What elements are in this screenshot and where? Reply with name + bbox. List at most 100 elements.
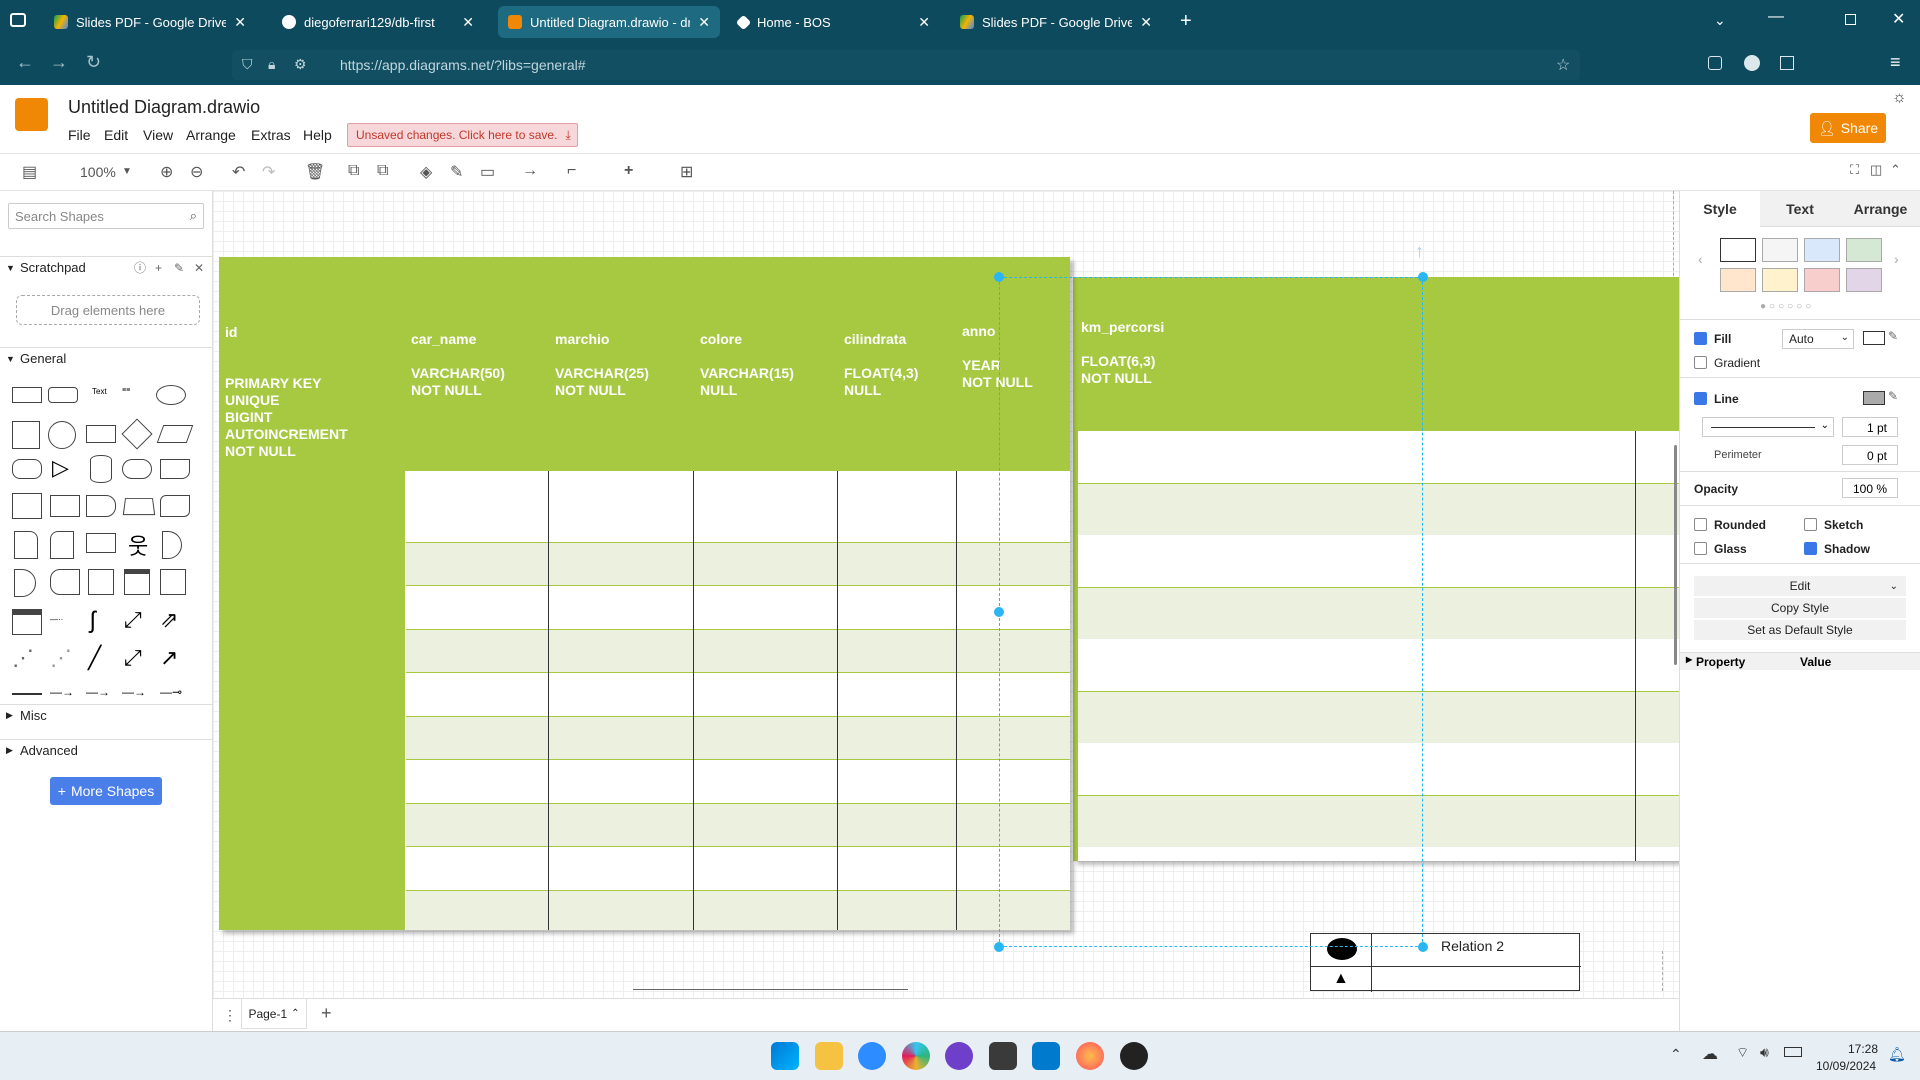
selection-handle[interactable] (1418, 942, 1428, 952)
general-header[interactable]: ▼ General (0, 347, 212, 369)
line-width-input[interactable]: 1 pt (1842, 417, 1898, 437)
sketch-checkbox[interactable] (1804, 518, 1817, 531)
tray-chevron-icon[interactable]: ⌃ (1670, 1046, 1682, 1063)
arrow-shape[interactable]: ⇗ (160, 607, 190, 632)
dotted-line-shape[interactable]: ⋰ (50, 645, 80, 670)
fill-color-icon[interactable]: ◈ (420, 162, 432, 182)
help-icon[interactable]: ⓘ (134, 259, 146, 276)
page-tab[interactable]: Page-1 ⌃ (241, 999, 307, 1029)
diagram-canvas[interactable]: Relation 2 ▲ km_percorsi FLOAT(6,3) NOT … (213, 191, 1679, 1031)
account-avatar-icon[interactable] (1744, 55, 1760, 71)
file-explorer-icon[interactable] (815, 1042, 843, 1070)
edit-icon[interactable]: ✎ (174, 261, 184, 275)
opacity-input[interactable]: 100 % (1842, 478, 1898, 498)
line-shape[interactable]: ╱ (88, 645, 118, 670)
text-shape[interactable]: Text (92, 387, 122, 411)
tape-shape[interactable] (160, 495, 190, 517)
style-swatch-5[interactable] (1720, 268, 1756, 292)
style-swatch-7[interactable] (1804, 268, 1840, 292)
column-header-cilindrata[interactable]: cilindrata FLOAT(4,3) NULL (844, 331, 918, 399)
close-window-icon[interactable]: ✕ (1892, 9, 1905, 29)
firefox-icon[interactable] (1076, 1042, 1104, 1070)
tab-list-icon[interactable]: ⌄ (1714, 12, 1726, 29)
selection-handle[interactable] (1418, 272, 1428, 282)
vscode-icon[interactable] (1032, 1042, 1060, 1070)
share-button[interactable]: 👤︎ Share (1810, 113, 1886, 143)
close-icon[interactable]: ✕ (462, 14, 474, 31)
line-color-icon[interactable]: ✎ (450, 162, 463, 182)
rounded-rectangle-shape[interactable] (48, 387, 78, 403)
browser-tab-1[interactable]: Slides PDF - Google Drive ✕ (44, 6, 256, 38)
perimeter-input[interactable]: 0 pt (1842, 445, 1898, 465)
chevron-left-icon[interactable]: ‹ (1698, 251, 1703, 267)
bidirectional-arrow-shape[interactable]: ⤢ (124, 607, 154, 632)
more-shapes-button[interactable]: + More Shapes (50, 777, 162, 805)
edit-icon[interactable]: ✎ (1888, 389, 1898, 403)
add-page-icon[interactable]: + (321, 1003, 332, 1024)
scrollbar[interactable] (1674, 445, 1677, 665)
cylinder-shape[interactable] (90, 455, 112, 483)
tab-style[interactable]: Style (1680, 191, 1760, 227)
clock-date[interactable]: 10/09/2024 (1816, 1059, 1876, 1073)
bookmark-star-icon[interactable]: ☆ (1556, 55, 1570, 75)
pocket-icon[interactable] (1708, 56, 1722, 70)
add-icon[interactable]: + (155, 261, 162, 275)
note-shape[interactable] (14, 531, 38, 559)
split-view-icon[interactable]: ◫ (1870, 162, 1882, 178)
close-icon[interactable]: ✕ (234, 14, 246, 31)
shadow-checkbox[interactable] (1804, 542, 1817, 555)
rotate-handle-icon[interactable]: ↑ (1415, 241, 1424, 262)
github-desktop-icon[interactable] (945, 1042, 973, 1070)
style-swatch-3[interactable] (1804, 238, 1840, 262)
browser-tab-5[interactable]: Slides PDF - Google Drive ✕ (950, 6, 1162, 38)
document-shape[interactable] (160, 459, 190, 479)
close-icon[interactable]: ✕ (918, 14, 930, 31)
extensions-icon[interactable] (1780, 56, 1794, 70)
menu-edit[interactable]: Edit (104, 127, 128, 143)
diamond-shape[interactable] (121, 418, 153, 450)
document-title[interactable]: Untitled Diagram.drawio (68, 97, 260, 118)
reload-icon[interactable]: ↻ (86, 52, 101, 73)
cloud-shape[interactable] (122, 459, 152, 479)
misc-header[interactable]: ▶ Misc (0, 704, 212, 726)
parallelogram-shape[interactable] (156, 425, 194, 443)
step-shape[interactable] (86, 495, 116, 517)
menu-icon[interactable]: ≡ (1890, 52, 1901, 73)
actor-shape[interactable]: 웃 (128, 529, 158, 559)
swatch-page-dots[interactable]: ●○○○○○ (1760, 301, 1814, 312)
list-shape[interactable] (12, 609, 42, 635)
line-pattern-select[interactable]: ⌄ (1702, 417, 1834, 437)
new-tab-icon[interactable]: + (1180, 10, 1192, 33)
undo-icon[interactable]: ↶ (232, 162, 245, 182)
fill-color-swatch[interactable] (1863, 331, 1885, 345)
theme-icon[interactable]: ☼ (1892, 89, 1907, 107)
circle-shape[interactable] (48, 421, 76, 449)
shadow-icon[interactable]: ▭ (480, 162, 495, 182)
close-icon[interactable]: ✕ (1140, 14, 1152, 31)
menu-arrange[interactable]: Arrange (186, 127, 236, 143)
app-icon[interactable] (989, 1042, 1017, 1070)
close-icon[interactable]: ✕ (698, 14, 710, 31)
directional-connector-shape[interactable]: ↗ (160, 645, 190, 670)
edit-style-button[interactable]: Edit ⌄ (1694, 576, 1906, 596)
scratchpad-header[interactable]: ▼ Scratchpad ⓘ + ✎ ✕ (0, 256, 212, 278)
menu-file[interactable]: File (68, 127, 91, 143)
notification-bell-icon[interactable]: 🔔︎ (1888, 1046, 1906, 1063)
fullscreen-icon[interactable]: ⛶ (1850, 162, 1859, 178)
chevron-down-icon[interactable]: ▼ (122, 166, 132, 177)
close-icon[interactable]: ✕ (194, 261, 204, 275)
waypoints-icon[interactable]: ⌐ (567, 162, 576, 180)
gradient-checkbox[interactable] (1694, 356, 1707, 369)
url-bar[interactable]: ⛉ 🔒︎ ⚙ https://app.diagrams.net/?libs=ge… (232, 50, 1580, 80)
textbox-shape[interactable]: ≡≡ (122, 387, 152, 411)
and-shape[interactable] (14, 569, 36, 597)
glass-checkbox[interactable] (1694, 542, 1707, 555)
minimize-icon[interactable]: — (1768, 8, 1784, 26)
fill-select[interactable]: Auto ⌄ (1782, 329, 1854, 349)
callout-shape[interactable] (86, 533, 116, 553)
browser-tab-2[interactable]: diegoferrari129/db-first ✕ (272, 6, 484, 38)
selection-handle[interactable] (994, 942, 1004, 952)
to-back-icon[interactable]: ⧉ (377, 162, 388, 180)
link-shape[interactable] (12, 693, 42, 695)
curve-shape[interactable]: ʃ (90, 607, 120, 634)
